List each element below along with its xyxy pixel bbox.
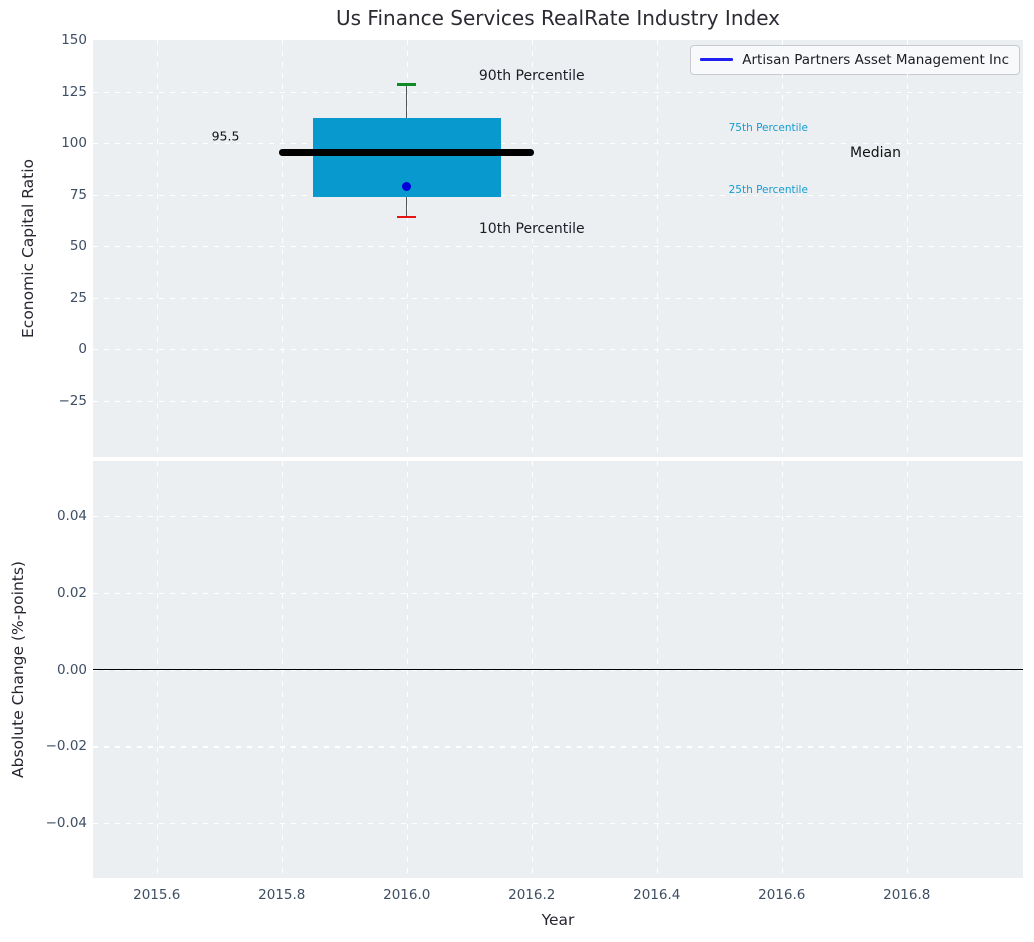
gridline-horizontal bbox=[93, 246, 1023, 248]
legend-line-swatch bbox=[700, 58, 734, 61]
y-tick-0: 0 bbox=[78, 341, 87, 358]
y-tick-150: 150 bbox=[61, 32, 87, 48]
y-tick-0.00: 0.00 bbox=[56, 661, 87, 678]
x-tick-2016.4: 2016.4 bbox=[633, 887, 681, 903]
gridline-vertical bbox=[906, 40, 909, 457]
zero-line bbox=[93, 668, 1023, 671]
annotation-90th-percentile: 90th Percentile bbox=[478, 68, 585, 85]
top-axes-economic-capital-ratio bbox=[93, 40, 1023, 457]
gridline-vertical bbox=[656, 40, 659, 457]
x-axis-label: Year bbox=[541, 911, 575, 929]
gridline-vertical bbox=[281, 40, 284, 457]
y-tick-0.02: −0.02 bbox=[45, 738, 87, 755]
x-tick-2015.6: 2015.6 bbox=[133, 887, 181, 903]
y-tick-0.04: 0.04 bbox=[56, 507, 87, 524]
annotation-10th-percentile: 10th Percentile bbox=[478, 220, 585, 237]
y-tick-0.04: −0.04 bbox=[45, 815, 87, 832]
y-tick-0.02: 0.02 bbox=[56, 584, 87, 601]
x-tick-2015.8: 2015.8 bbox=[258, 887, 306, 903]
gridline-horizontal bbox=[93, 91, 1023, 93]
p90-cap bbox=[397, 82, 417, 86]
y-axis-label-bottom: Absolute Change (%-points) bbox=[9, 561, 27, 778]
gridline-horizontal bbox=[93, 592, 1023, 595]
y-tick-125: 125 bbox=[61, 83, 87, 100]
y-tick-50: 50 bbox=[69, 238, 87, 255]
gridline-horizontal bbox=[93, 746, 1023, 748]
gridline-horizontal bbox=[93, 823, 1023, 825]
y-tick-75: 75 bbox=[69, 186, 87, 203]
gridline-horizontal bbox=[93, 194, 1023, 196]
x-tick-2016.6: 2016.6 bbox=[758, 887, 806, 903]
y-tick-100: 100 bbox=[61, 135, 87, 151]
legend: Artisan Partners Asset Management Inc bbox=[690, 45, 1020, 75]
p10-cap bbox=[397, 215, 417, 219]
median-line bbox=[279, 149, 535, 156]
gridline-vertical bbox=[781, 40, 784, 457]
gridline-vertical bbox=[156, 40, 159, 457]
x-tick-2016.8: 2016.8 bbox=[883, 887, 931, 903]
chart-title: Us Finance Services RealRate Industry In… bbox=[336, 6, 780, 30]
gridline-horizontal bbox=[93, 400, 1023, 402]
gridline-horizontal bbox=[93, 349, 1023, 351]
annotation-25th-percentile: 25th Percentile bbox=[728, 184, 808, 197]
x-tick-2016.0: 2016.0 bbox=[383, 887, 431, 903]
gridline-vertical bbox=[531, 40, 534, 457]
gridline-horizontal bbox=[93, 515, 1023, 518]
y-tick-25: 25 bbox=[69, 289, 87, 306]
annotation-95.5: 95.5 bbox=[211, 128, 240, 144]
figure: Us Finance Services RealRate Industry In… bbox=[0, 0, 1034, 942]
annotation-median: Median bbox=[850, 145, 901, 162]
gridline-horizontal bbox=[93, 297, 1023, 299]
y-tick-25: −25 bbox=[58, 392, 88, 409]
x-tick-2016.2: 2016.2 bbox=[508, 887, 556, 903]
company-point bbox=[402, 181, 412, 191]
annotation-75th-percentile: 75th Percentile bbox=[728, 121, 808, 134]
